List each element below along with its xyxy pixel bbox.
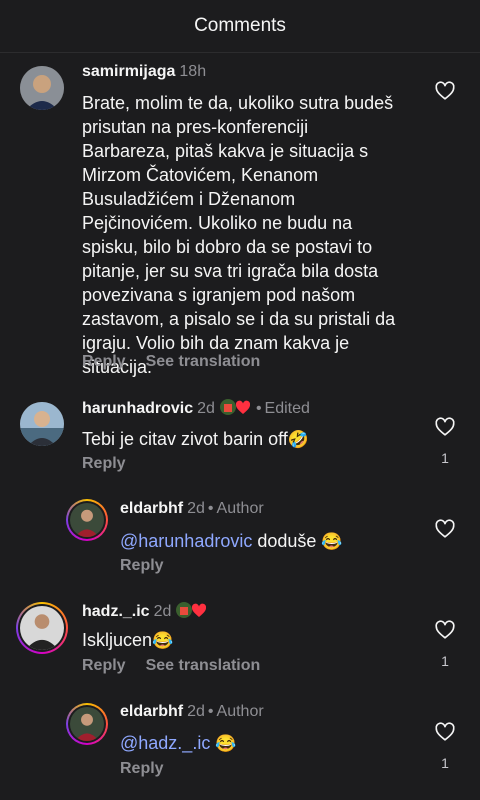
comment-text: Brate, molim te da, ukoliko sutra budeš … [82, 93, 396, 377]
reply-button[interactable]: Reply [82, 353, 126, 370]
timestamp: 2d [187, 500, 205, 517]
avatar[interactable] [66, 703, 108, 745]
comment-text: Iskljucen😂 [82, 630, 174, 650]
comment-meta: eldarbhf 2d • Author [120, 500, 264, 517]
timestamp: 2d [187, 703, 205, 720]
like-count: 1 [441, 450, 449, 466]
avatar[interactable] [20, 402, 64, 446]
username[interactable]: eldarbhf [120, 703, 183, 720]
mention-link[interactable]: @hadz._.ic [120, 733, 210, 753]
see-translation-button[interactable]: See translation [146, 353, 261, 370]
comment-meta: harunhadrovic 2d • Edited [82, 398, 310, 421]
comment-actions: Reply [120, 760, 184, 778]
edited-label: Edited [264, 400, 310, 417]
username[interactable]: samirmijaga [82, 63, 175, 80]
comment-meta: hadz._.ic 2d [82, 601, 209, 624]
author-label: Author [216, 703, 264, 720]
timestamp: 2d [197, 400, 215, 417]
reply-button[interactable]: Reply [82, 455, 126, 472]
avatar[interactable] [20, 66, 64, 110]
timestamp: 2d [153, 603, 172, 620]
like-button[interactable]: 1 [432, 416, 458, 466]
rofl-emoji: 🤣 [287, 430, 309, 449]
comment-meta: samirmijaga 18h [82, 63, 206, 81]
like-button[interactable] [432, 80, 458, 102]
mention-link[interactable]: @harunhadrovic [120, 531, 252, 551]
laughing-emoji: 😂 [152, 631, 174, 650]
like-button[interactable]: 1 [432, 721, 458, 771]
heart-outline-icon [435, 519, 455, 538]
jersey-heart-badge-icon [175, 601, 209, 624]
like-button[interactable]: 1 [432, 619, 458, 669]
comment-actions: Reply [82, 455, 146, 473]
laughing-emoji: 😂 [321, 532, 343, 551]
like-count: 1 [441, 755, 449, 771]
jersey-heart-badge-icon [219, 398, 253, 421]
reply-button[interactable]: Reply [120, 557, 164, 574]
comment-actions: Reply See translation [82, 353, 280, 371]
username[interactable]: harunhadrovic [82, 400, 193, 417]
comment-actions: Reply [120, 557, 184, 575]
comments-header: Comments [0, 0, 480, 53]
comment-text: Tebi je citav zivot barin off🤣 [82, 429, 309, 449]
comment-actions: Reply See translation [82, 657, 280, 675]
comment-text: @harunhadrovic doduše 😂 [120, 531, 343, 551]
header-title: Comments [194, 15, 286, 36]
timestamp: 18h [179, 63, 207, 80]
comment-meta: eldarbhf 2d • Author [120, 703, 264, 720]
see-translation-button[interactable]: See translation [146, 657, 261, 674]
author-label: Author [216, 500, 264, 517]
reply-button[interactable]: Reply [82, 657, 126, 674]
heart-outline-icon [435, 620, 455, 639]
username[interactable]: eldarbhf [120, 500, 183, 517]
avatar[interactable] [16, 602, 68, 654]
avatar[interactable] [66, 499, 108, 541]
heart-outline-icon [435, 417, 455, 436]
username[interactable]: hadz._.ic [82, 603, 150, 620]
comment-text: @hadz._.ic 😂 [120, 731, 400, 756]
like-count: 1 [441, 653, 449, 669]
heart-outline-icon [435, 81, 455, 100]
heart-outline-icon [435, 722, 455, 741]
laughing-emoji: 😂 [215, 734, 237, 753]
like-button[interactable] [432, 518, 458, 540]
reply-button[interactable]: Reply [120, 760, 164, 777]
